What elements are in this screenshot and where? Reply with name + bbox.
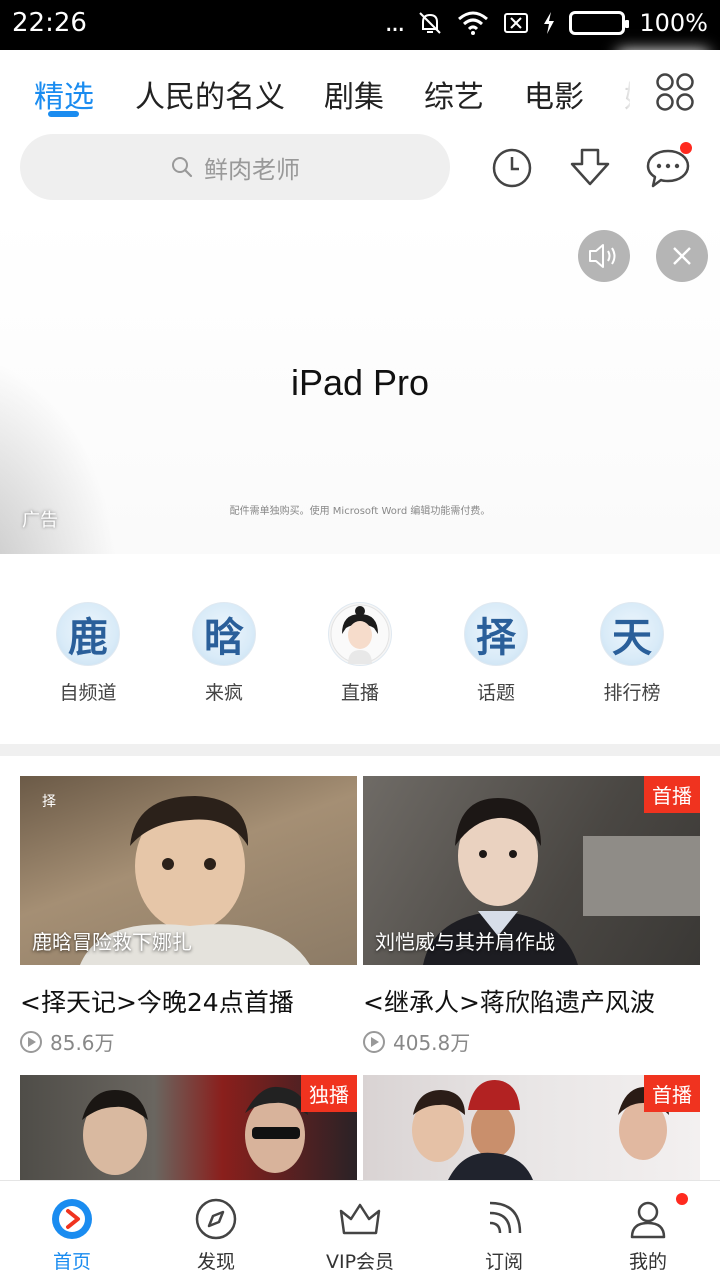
avatar-portrait-icon	[328, 602, 392, 666]
status-icons: ... 100%	[385, 8, 708, 38]
battery-percent: 100%	[639, 9, 708, 37]
search-placeholder: 鲜肉老师	[204, 155, 300, 184]
channel-topics[interactable]: 择 话题	[436, 602, 556, 705]
video-thumbnail[interactable]: 首播 刘恺威与其并肩作战	[363, 776, 700, 965]
search-icon	[172, 157, 193, 178]
speaker-icon	[589, 244, 616, 268]
nav-label: 订阅	[484, 1251, 523, 1273]
exclusive-badge: 独播	[301, 1075, 357, 1112]
play-count-value: 85.6万	[50, 1031, 115, 1055]
ad-title: iPad Pro	[290, 362, 430, 403]
compass-icon	[156, 1195, 276, 1243]
video-card[interactable]: 首播	[363, 1075, 700, 1180]
nav-label: VIP会员	[325, 1251, 395, 1273]
history-button[interactable]	[484, 140, 540, 196]
nav-discover[interactable]: 发现	[156, 1195, 276, 1274]
video-thumbnail[interactable]: 首播	[363, 1075, 700, 1180]
channel-self-channel[interactable]: 鹿 自频道	[28, 602, 148, 705]
download-icon	[570, 148, 610, 186]
video-thumbnail[interactable]: 独播	[20, 1075, 357, 1180]
no-sim-icon	[503, 12, 529, 34]
message-notification-dot	[680, 142, 692, 154]
video-overlay-caption: 刘恺威与其并肩作战	[375, 930, 555, 954]
han-calligraphy-icon: 晗	[192, 602, 256, 666]
status-bar: 22:26 ... 100%	[0, 0, 720, 50]
tab-featured[interactable]: 精选	[34, 72, 94, 116]
tab-in-the-name-of-people[interactable]: 人民的名义	[135, 72, 285, 116]
home-play-icon	[12, 1195, 132, 1243]
channel-label: 自频道	[59, 682, 117, 704]
ad-close-button[interactable]	[656, 230, 708, 282]
play-count-icon	[20, 1030, 42, 1053]
channel-label: 来疯	[204, 682, 243, 704]
channel-laifeng[interactable]: 晗 来疯	[164, 602, 284, 705]
ad-fine-print: 配件需单独购买。使用 Microsoft Word 编辑功能需付费。	[229, 506, 491, 517]
section-divider	[0, 744, 720, 756]
channel-label: 排行榜	[603, 682, 661, 704]
user-icon	[588, 1193, 708, 1243]
rss-icon	[444, 1195, 564, 1243]
nav-home[interactable]: 首页	[12, 1195, 132, 1274]
clock-icon	[492, 148, 532, 188]
video-title: <择天记>今晚24点首播	[20, 988, 294, 1017]
bottom-navigation: 首页 发现 VIP会员 订阅 我的	[0, 1180, 720, 1280]
wifi-icon	[457, 11, 489, 35]
active-tab-indicator	[48, 111, 79, 117]
tian-calligraphy-icon: 天	[600, 602, 664, 666]
channel-shortcuts: 鹿 自频道 晗 来疯 直播 择 话题 天 排行榜	[0, 554, 720, 744]
grid-icon	[656, 73, 694, 111]
nav-label: 首页	[52, 1251, 91, 1273]
more-dots-icon: ...	[384, 8, 406, 38]
ad-sound-button[interactable]	[578, 230, 630, 282]
messages-button[interactable]	[640, 140, 696, 196]
video-overlay-caption: 鹿晗冒险救下娜扎	[32, 930, 192, 954]
charging-bolt-icon	[543, 12, 555, 34]
video-card[interactable]: 独播	[20, 1075, 357, 1180]
tab-series[interactable]: 剧集	[324, 72, 384, 116]
nav-profile[interactable]: 我的	[588, 1193, 708, 1274]
mute-bell-icon	[417, 10, 443, 36]
ad-banner[interactable]: iPad Pro 配件需单独购买。使用 Microsoft Word 编辑功能需…	[0, 214, 720, 554]
play-count-value: 405.8万	[393, 1031, 471, 1055]
tab-variety[interactable]: 综艺	[424, 72, 484, 116]
deer-calligraphy-icon: 鹿	[56, 602, 120, 666]
profile-notification-dot	[676, 1193, 688, 1205]
video-play-count: 405.8万	[363, 1027, 700, 1056]
video-card[interactable]: 首播 刘恺威与其并肩作战 <继承人>蒋欣陷遗产风波 405.8万	[363, 776, 700, 1056]
play-count-icon	[363, 1030, 385, 1053]
close-icon	[673, 247, 691, 265]
svg-text:择: 择	[42, 794, 56, 810]
search-input[interactable]: 鲜肉老师	[20, 134, 450, 200]
premiere-badge: 首播	[644, 776, 700, 813]
channel-label: 直播	[340, 682, 379, 704]
channel-live[interactable]: 直播	[300, 602, 420, 705]
premiere-badge: 首播	[644, 1075, 700, 1112]
nav-label: 发现	[196, 1251, 235, 1273]
all-channels-button[interactable]	[630, 50, 720, 134]
nav-label: 我的	[628, 1251, 667, 1273]
status-time: 22:26	[12, 8, 87, 38]
ze-calligraphy-icon: 择	[464, 602, 528, 666]
battery-icon	[569, 11, 630, 35]
channel-label: 话题	[476, 682, 515, 704]
video-thumbnail[interactable]: 择 鹿晗冒险救下娜扎	[20, 776, 357, 965]
crown-icon	[300, 1195, 420, 1243]
category-tabs: 精选 人民的名义 剧集 综艺 电影 媒	[0, 50, 720, 134]
video-play-count: 85.6万	[20, 1027, 357, 1056]
video-card[interactable]: 择 鹿晗冒险救下娜扎 <择天记>今晚24点首播 85.6万	[20, 776, 357, 1056]
video-title: <继承人>蒋欣陷遗产风波	[363, 988, 655, 1017]
ad-label: 广告	[22, 510, 58, 531]
download-button[interactable]	[562, 140, 618, 196]
nav-vip[interactable]: VIP会员	[300, 1195, 420, 1274]
channel-rankings[interactable]: 天 排行榜	[572, 602, 692, 705]
tab-movies[interactable]: 电影	[524, 72, 584, 116]
nav-subscriptions[interactable]: 订阅	[444, 1195, 564, 1274]
